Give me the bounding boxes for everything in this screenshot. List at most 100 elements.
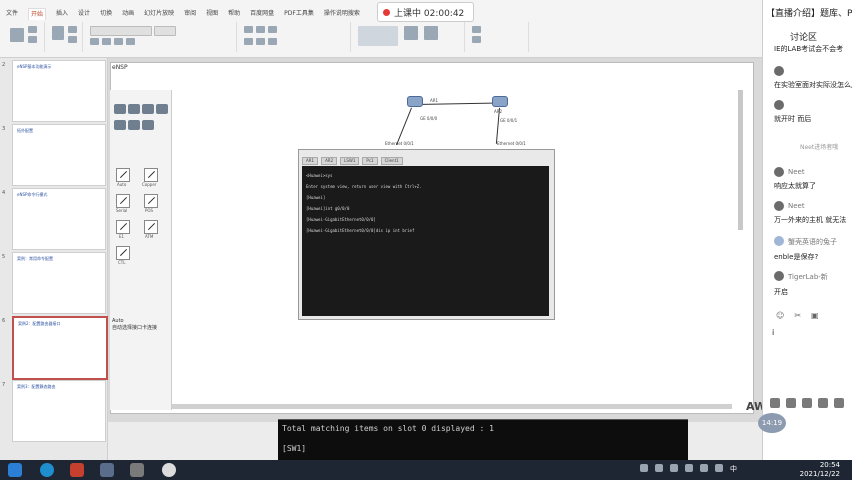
ribbon-tab-animations[interactable]: 动画 — [122, 8, 134, 20]
bullets-icon[interactable] — [244, 26, 253, 33]
discussion-tab[interactable]: 讨论区 — [790, 30, 817, 43]
edge-browser-icon[interactable] — [40, 463, 54, 477]
windows-start-icon[interactable] — [8, 463, 22, 477]
network-icon[interactable] — [700, 464, 708, 472]
cli-tab-client1[interactable]: Client1 — [380, 157, 403, 165]
ribbon-tab-file[interactable]: 文件 — [6, 8, 18, 20]
align-right-icon[interactable] — [268, 38, 277, 45]
font-color-icon[interactable] — [126, 38, 135, 45]
ribbon-tab-help[interactable]: 帮助 — [228, 8, 240, 20]
atm-cable-tool[interactable] — [144, 220, 158, 234]
numbering-icon[interactable] — [256, 26, 265, 33]
tray-icon[interactable] — [655, 464, 663, 472]
slide-thumbnail-7[interactable]: 案例3：配置静态路由 — [12, 380, 106, 442]
cli-tab-lsw1[interactable]: LSW1 — [340, 157, 360, 165]
app-icon[interactable] — [162, 463, 176, 477]
ribbon-tab-view[interactable]: 视图 — [206, 8, 218, 20]
ribbon-tab-home[interactable]: 开始 — [28, 8, 47, 20]
recording-indicator[interactable]: 上课中 02:00:42 — [377, 2, 474, 22]
ribbon-tab-pdf[interactable]: PDF工具集 — [284, 8, 314, 20]
thumbnail-number: 5 — [2, 254, 6, 260]
live-intro-header[interactable]: 【直播介绍】题库、PN — [766, 6, 852, 19]
terminal-category-icon[interactable] — [114, 120, 126, 130]
ctl-cable-tool[interactable] — [116, 246, 130, 260]
location-icon[interactable] — [818, 398, 828, 408]
ribbon-tab-review[interactable]: 审阅 — [184, 8, 196, 20]
router-ar1-icon[interactable] — [407, 96, 423, 107]
replace-icon[interactable] — [472, 36, 481, 43]
bold-icon[interactable] — [90, 38, 99, 45]
italic-icon[interactable] — [102, 38, 111, 45]
slide-thumbnail-3[interactable]: 拓扑配置 — [12, 124, 106, 186]
ribbon-tab-slideshow[interactable]: 幻灯片放映 — [144, 8, 174, 20]
pos-cable-tool[interactable] — [144, 194, 158, 208]
cli-console[interactable]: <Huawei>sys Enter system view, return us… — [302, 166, 549, 316]
cli-tab-ar1[interactable]: AR1 — [302, 157, 319, 165]
ime-indicator[interactable]: 中 — [730, 464, 737, 476]
slide-vertical-scrollbar[interactable] — [738, 90, 743, 230]
terminal-window[interactable]: Total matching items on slot 0 displayed… — [278, 419, 688, 460]
tray-icon[interactable] — [640, 464, 648, 472]
chat-input[interactable]: i — [772, 328, 774, 337]
quick-access-toolbar[interactable] — [4, 2, 34, 7]
slide-horizontal-scrollbar[interactable] — [172, 404, 732, 409]
layout-icon[interactable] — [68, 26, 77, 33]
copper-cable-tool[interactable] — [144, 168, 158, 182]
quick-styles-icon[interactable] — [424, 26, 438, 40]
font-size-select[interactable] — [154, 26, 176, 36]
cli-tab-pc1[interactable]: Pc1 — [362, 157, 378, 165]
cli-tab-ar2[interactable]: AR2 — [321, 157, 338, 165]
e1-cable-tool[interactable] — [116, 220, 130, 234]
emoji-icon[interactable]: ☺ — [776, 311, 784, 321]
mic-icon[interactable] — [786, 398, 796, 408]
app-icon[interactable] — [130, 463, 144, 477]
slide-thumbnail-6[interactable]: 案例2：配置路由器接口 — [12, 316, 108, 380]
tool-label: ATM — [145, 234, 154, 239]
align-center-icon[interactable] — [256, 38, 265, 45]
scissors-icon[interactable]: ✂ — [794, 311, 801, 321]
router-ar2-icon[interactable] — [492, 96, 508, 107]
switch-category-icon[interactable] — [128, 104, 140, 114]
cli-line: [Huawei-GigabitEthernet0/0/0]dis ip int … — [306, 228, 415, 233]
signal-icon[interactable] — [770, 398, 780, 408]
image-icon[interactable]: ▣ — [811, 311, 819, 321]
ribbon-tab-baidu[interactable]: 百度网盘 — [250, 8, 274, 20]
ribbon-tab-search[interactable]: 操作说明搜索 — [324, 8, 360, 20]
tray-icon[interactable] — [670, 464, 678, 472]
align-left-icon[interactable] — [244, 38, 253, 45]
ensp-icon[interactable] — [100, 463, 114, 477]
reset-icon[interactable] — [68, 36, 77, 43]
underline-icon[interactable] — [114, 38, 123, 45]
ribbon-tab-transitions[interactable]: 切换 — [100, 8, 112, 20]
copy-icon[interactable] — [28, 36, 37, 43]
slide-thumbnail-5[interactable]: 案例：常用命令配置 — [12, 252, 106, 314]
indent-icon[interactable] — [268, 26, 277, 33]
wlan-category-icon[interactable] — [142, 104, 154, 114]
cloud-category-icon[interactable] — [128, 120, 140, 130]
firewall-category-icon[interactable] — [156, 104, 168, 114]
ribbon-body — [0, 20, 762, 56]
auto-cable-tool[interactable] — [116, 168, 130, 182]
ribbon-tab-insert[interactable]: 插入 — [56, 8, 68, 20]
serial-cable-tool[interactable] — [116, 194, 130, 208]
taskbar-clock[interactable]: 20:54 2021/12/22 — [780, 461, 840, 479]
tray-icon[interactable] — [685, 464, 693, 472]
find-icon[interactable] — [472, 26, 481, 33]
paste-icon[interactable] — [10, 28, 24, 42]
volume-icon[interactable] — [715, 464, 723, 472]
slide-thumbnail-4[interactable]: eNSP命令行模式 — [12, 188, 106, 250]
new-slide-icon[interactable] — [52, 26, 64, 40]
ribbon-tab-design[interactable]: 设计 — [78, 8, 90, 20]
cable-category-icon[interactable] — [142, 120, 154, 130]
chat-username: 蟹壳英语的兔子 — [788, 238, 837, 246]
hand-icon[interactable] — [802, 398, 812, 408]
slide-thumbnail-2[interactable]: eNSP基本功能演示 — [12, 60, 106, 122]
font-name-select[interactable] — [90, 26, 152, 36]
powerpoint-icon[interactable] — [70, 463, 84, 477]
arrange-icon[interactable] — [404, 26, 418, 40]
port-label: Ethernet 0/0/1 — [385, 141, 414, 146]
router-category-icon[interactable] — [114, 104, 126, 114]
cut-icon[interactable] — [28, 26, 37, 33]
shapes-gallery[interactable] — [358, 26, 398, 46]
screen-icon[interactable] — [834, 398, 844, 408]
